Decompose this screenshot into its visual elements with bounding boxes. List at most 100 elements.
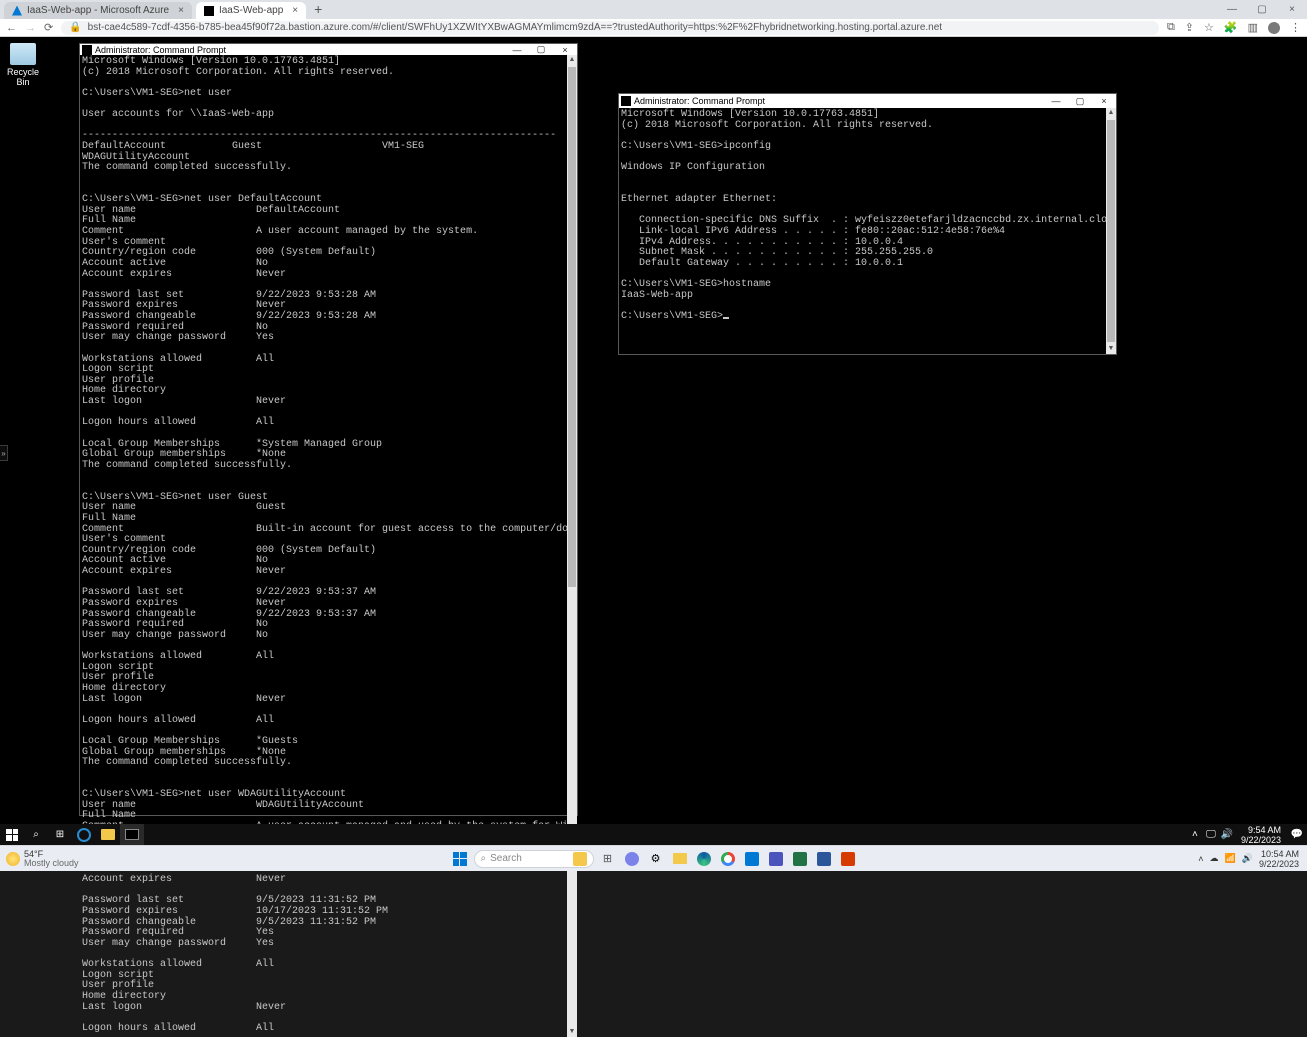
minimize-button[interactable]: — [1044,96,1068,107]
scroll-down-icon[interactable]: ▼ [1106,344,1116,354]
new-tab-button[interactable]: + [314,1,322,17]
cmd-output[interactable]: Microsoft Windows [Version 10.0.17763.48… [619,108,1106,354]
maximize-button[interactable]: ▢ [529,44,553,55]
scroll-thumb[interactable] [1107,120,1115,342]
taskbar-cmd[interactable] [120,824,144,845]
minimize-button[interactable]: — [1217,0,1247,19]
url-text: bst-cae4c589-7cdf-4356-b785-bea45f90f72a… [88,22,942,33]
side-panel-icon[interactable]: ▥ [1248,21,1258,34]
tray-wifi-icon[interactable]: 📶 [1225,853,1236,864]
taskbar-ie[interactable] [72,824,96,845]
close-button[interactable]: × [1277,0,1307,19]
forward-button[interactable]: → [25,22,36,34]
bastion-side-handle[interactable]: » [0,445,8,461]
cursor-icon [723,317,729,319]
taskbar-word[interactable] [814,849,834,869]
cmd-titlebar[interactable]: Administrator: Command Prompt — ▢ × [80,44,577,55]
scroll-down-icon[interactable]: ▼ [567,1027,577,1037]
bookmark-icon[interactable]: ☆ [1204,21,1214,34]
host-taskbar[interactable]: 54°F Mostly cloudy ⌕ Search ⊞ ⚙ ˄ ☁ 📶 🔊 … [0,845,1307,871]
browser-tab-strip: IaaS-Web-app - Microsoft Azure × IaaS-We… [0,0,1307,19]
folder-icon [673,853,687,864]
taskbar-taskview[interactable]: ⊞ [598,849,618,869]
taskbar-excel[interactable] [790,849,810,869]
host-clock[interactable]: 10:54 AM 9/22/2023 [1259,849,1299,869]
cmd-title: Administrator: Command Prompt [95,45,226,55]
chat-icon [625,852,639,866]
menu-icon[interactable]: ⋮ [1290,21,1301,34]
taskbar-edge[interactable] [694,849,714,869]
cmd-title: Administrator: Command Prompt [634,96,765,106]
maximize-button[interactable]: ▢ [1247,0,1277,19]
cmd-icon [621,96,631,106]
browser-tab-bastion[interactable]: IaaS-Web-app × [196,2,306,19]
browser-tab-azure[interactable]: IaaS-Web-app - Microsoft Azure × [4,2,192,19]
tray-network-icon[interactable]: 🔊 [1219,824,1235,845]
taskbar-center: ⌕ Search ⊞ ⚙ [450,849,858,869]
profile-icon[interactable] [1268,22,1280,34]
remote-time: 9:54 AM [1241,825,1281,835]
close-button[interactable]: × [1092,96,1116,107]
search-highlight-icon [573,852,587,866]
taskbar-teams[interactable] [766,849,786,869]
taskbar-outlook[interactable] [742,849,762,869]
search-input[interactable]: ⌕ Search [474,850,594,868]
teams-icon [769,852,783,866]
host-date: 9/22/2023 [1259,859,1299,869]
tab-title: IaaS-Web-app - Microsoft Azure [27,5,169,16]
scrollbar[interactable]: ▲ ▼ [567,55,577,1037]
install-icon[interactable]: ⧉ [1167,21,1175,34]
scrollbar[interactable]: ▲ ▼ [1106,108,1116,354]
back-button[interactable]: ← [6,22,17,34]
recycle-bin[interactable]: Recycle Bin [6,43,40,87]
search-button[interactable]: ⌕ [24,824,48,845]
scroll-up-icon[interactable]: ▲ [567,55,577,65]
tray-screen-icon[interactable]: 🖵 [1203,824,1219,845]
cmd-window-left[interactable]: Administrator: Command Prompt — ▢ × Micr… [79,43,578,816]
snip-icon [841,852,855,866]
taskbar-chat[interactable] [622,849,642,869]
remote-desktop[interactable]: Recycle Bin » Administrator: Command Pro… [0,37,1307,845]
tray-volume-icon[interactable]: 🔊 [1242,853,1253,864]
tray-chevron-icon[interactable]: ˄ [1198,854,1203,864]
weather-widget[interactable]: 54°F Mostly cloudy [0,850,85,868]
close-icon[interactable]: × [178,5,184,16]
outlook-icon [745,852,759,866]
cmd-icon [125,829,139,840]
scroll-thumb[interactable] [568,67,576,587]
notifications-button[interactable]: 💬 [1287,824,1307,845]
taskbar-explorer[interactable] [96,824,120,845]
scroll-up-icon[interactable]: ▲ [1106,108,1116,118]
cmd-window-right[interactable]: Administrator: Command Prompt — ▢ × Micr… [618,93,1117,355]
search-icon: ⌕ [481,853,487,864]
tray-onedrive-icon[interactable]: ☁ [1210,853,1219,864]
taskbar-snip[interactable] [838,849,858,869]
start-button[interactable] [450,849,470,869]
cmd-icon [82,45,92,55]
maximize-button[interactable]: ▢ [1068,96,1092,107]
taskbar-settings[interactable]: ⚙ [646,849,666,869]
remote-taskbar[interactable]: ⌕ ⊞ ˄ 🖵 🔊 9:54 AM 9/22/2023 💬 [0,824,1307,845]
minimize-button[interactable]: — [505,44,529,55]
azure-favicon-icon [12,6,22,16]
system-tray[interactable]: ˄ ☁ 📶 🔊 10:54 AM 9/22/2023 [1198,849,1307,869]
weather-desc: Mostly cloudy [24,859,79,868]
reload-button[interactable]: ⟳ [44,21,53,34]
close-icon[interactable]: × [292,5,298,16]
remote-clock[interactable]: 9:54 AM 9/22/2023 [1235,825,1287,845]
browser-action-icons: ⧉ ⇪ ☆ 🧩 ▥ ⋮ [1167,21,1301,34]
remote-date: 9/22/2023 [1241,835,1281,845]
recycle-bin-label: Recycle Bin [6,67,40,87]
close-button[interactable]: × [553,44,577,55]
cmd-favicon-icon [204,6,214,16]
tray-chevron[interactable]: ˄ [1187,824,1203,845]
extensions-icon[interactable]: 🧩 [1224,21,1238,34]
task-view-button[interactable]: ⊞ [48,824,72,845]
share-icon[interactable]: ⇪ [1185,21,1194,34]
cmd-titlebar[interactable]: Administrator: Command Prompt — ▢ × [619,94,1116,108]
taskbar-chrome[interactable] [718,849,738,869]
start-button[interactable] [0,824,24,845]
address-bar[interactable]: 🔒 bst-cae4c589-7cdf-4356-b785-bea45f90f7… [61,21,1159,35]
cmd-output[interactable]: Microsoft Windows [Version 10.0.17763.48… [80,55,567,1037]
taskbar-explorer[interactable] [670,849,690,869]
